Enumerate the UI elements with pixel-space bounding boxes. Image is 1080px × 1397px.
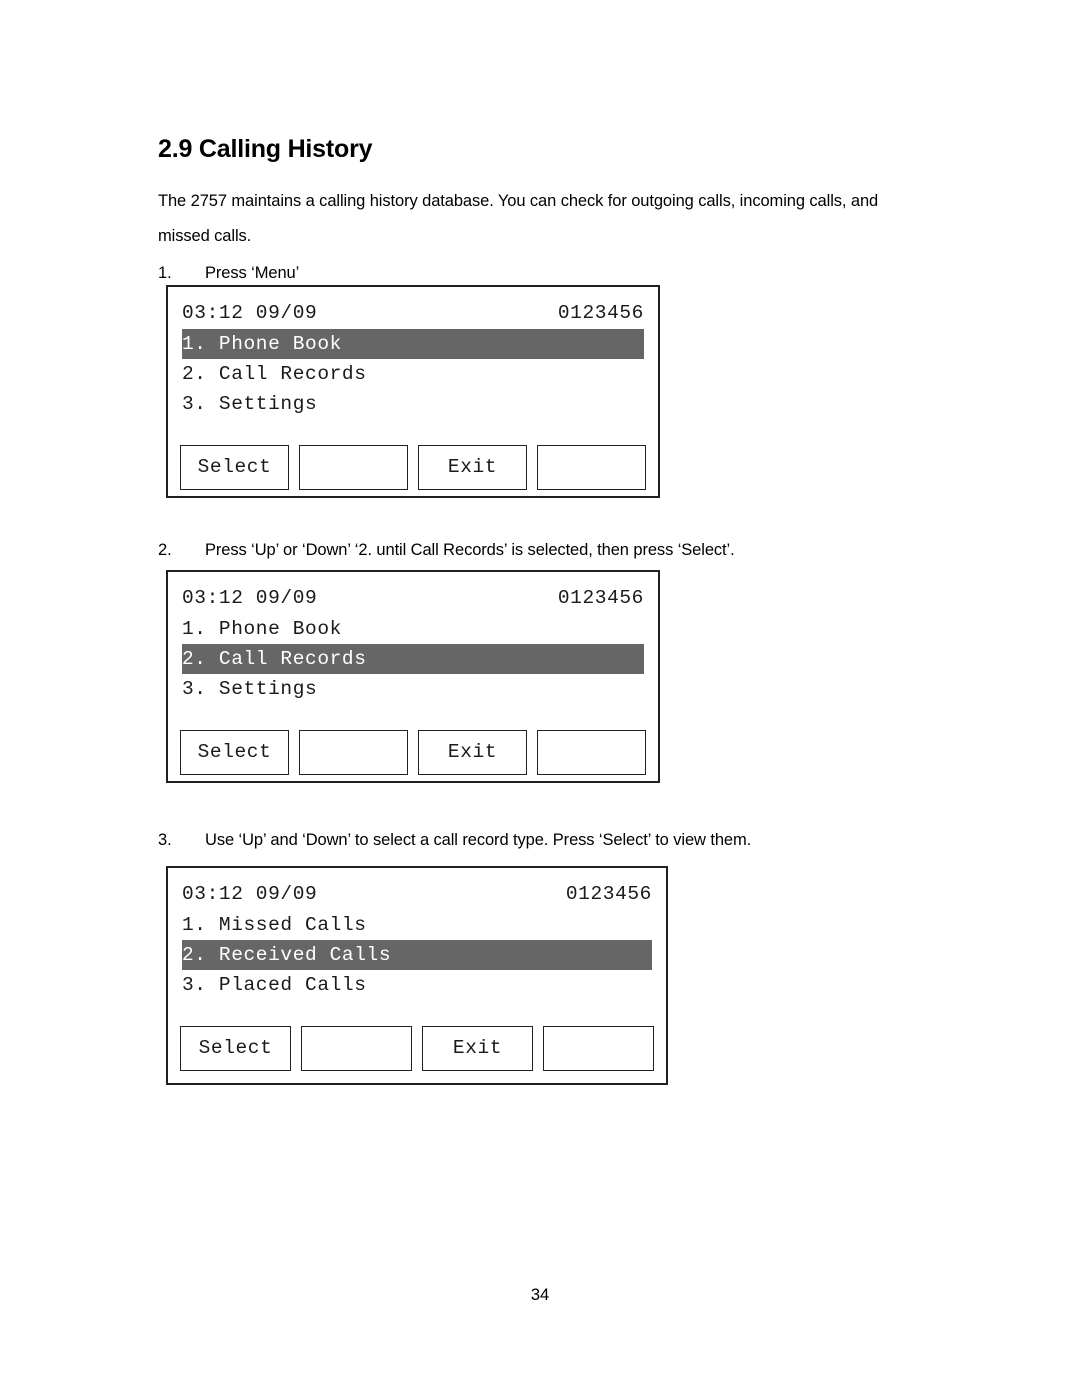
menu-item-phone-book[interactable]: 1. Phone Book: [182, 614, 644, 644]
softkey-blank-2[interactable]: [543, 1026, 654, 1071]
menu-item-call-records[interactable]: 2. Call Records: [182, 359, 644, 389]
page-title: 2.9 Calling History: [158, 135, 373, 163]
step-3-block: 3. Use ‘Up’ and ‘Down’ to select a call …: [158, 821, 928, 858]
menu-item-missed-calls[interactable]: 1. Missed Calls: [182, 910, 652, 940]
document-body: 2.9 Calling History The 2757 maintains a…: [158, 135, 928, 291]
step-2-block: 2. Press ‘Up’ or ‘Down’ ‘2. until Call R…: [158, 531, 928, 568]
step-3: 3. Use ‘Up’ and ‘Down’ to select a call …: [158, 823, 928, 858]
lcd-time: 03:12 09/09: [182, 587, 318, 609]
softkey-select[interactable]: Select: [180, 730, 289, 775]
intro-paragraph: The 2757 maintains a calling history dat…: [158, 191, 879, 245]
lcd-status-bar: 03:12 09/09 0123456: [182, 879, 652, 910]
softkey-select[interactable]: Select: [180, 1026, 291, 1071]
softkey-blank-1[interactable]: [299, 445, 408, 490]
lcd-number: 0123456: [557, 587, 644, 609]
lcd-screen-main-menu-callrecords: 03:12 09/09 0123456 1. Phone Book 2. Cal…: [166, 570, 660, 783]
softkey-blank-1[interactable]: [299, 730, 408, 775]
step-3-number: 3.: [158, 831, 172, 849]
softkey-select[interactable]: Select: [180, 445, 289, 490]
lcd-time: 03:12 09/09: [182, 883, 318, 905]
lcd-blank-area: [168, 1000, 666, 1026]
softkey-blank-1[interactable]: [301, 1026, 412, 1071]
lcd-status-bar: 03:12 09/09 0123456: [182, 298, 644, 329]
lcd-softkey-bar: Select Exit: [180, 1026, 654, 1071]
menu-item-settings[interactable]: 3. Settings: [182, 674, 644, 704]
lcd-blank-area: [168, 704, 658, 730]
menu-item-received-calls[interactable]: 2. Received Calls: [182, 940, 652, 970]
softkey-blank-2[interactable]: [537, 445, 646, 490]
step-2: 2. Press ‘Up’ or ‘Down’ ‘2. until Call R…: [158, 533, 928, 568]
menu-item-phone-book[interactable]: 1. Phone Book: [182, 329, 644, 359]
lcd-blank-area: [168, 419, 658, 445]
lcd-softkey-bar: Select Exit: [180, 445, 646, 490]
step-1-text: Press ‘Menu’: [205, 263, 300, 282]
lcd-menu-list: 1. Phone Book 2. Call Records 3. Setting…: [182, 614, 644, 704]
lcd-screen-call-record-types: 03:12 09/09 0123456 1. Missed Calls 2. R…: [166, 866, 668, 1085]
softkey-exit[interactable]: Exit: [422, 1026, 533, 1071]
lcd-menu-list: 1. Phone Book 2. Call Records 3. Setting…: [182, 329, 644, 419]
menu-item-placed-calls[interactable]: 3. Placed Calls: [182, 970, 652, 1000]
step-3-text: Use ‘Up’ and ‘Down’ to select a call rec…: [205, 831, 752, 849]
lcd-status-bar: 03:12 09/09 0123456: [182, 583, 644, 614]
lcd-screen-main-menu-phonebook: 03:12 09/09 0123456 1. Phone Book 2. Cal…: [166, 285, 660, 498]
menu-item-settings[interactable]: 3. Settings: [182, 389, 644, 419]
step-2-number: 2.: [158, 541, 172, 559]
step-2-text: Press ‘Up’ or ‘Down’ ‘2. until Call Reco…: [205, 541, 735, 559]
lcd-softkey-bar: Select Exit: [180, 730, 646, 775]
lcd-number: 0123456: [557, 302, 644, 324]
document-page: 2.9 Calling History The 2757 maintains a…: [0, 0, 1080, 1397]
lcd-menu-list: 1. Missed Calls 2. Received Calls 3. Pla…: [182, 910, 652, 1000]
lcd-number: 0123456: [565, 883, 652, 905]
menu-item-call-records[interactable]: 2. Call Records: [182, 644, 644, 674]
softkey-blank-2[interactable]: [537, 730, 646, 775]
softkey-exit[interactable]: Exit: [418, 730, 527, 775]
softkey-exit[interactable]: Exit: [418, 445, 527, 490]
page-number: 34: [530, 1286, 550, 1304]
lcd-time: 03:12 09/09: [182, 302, 318, 324]
